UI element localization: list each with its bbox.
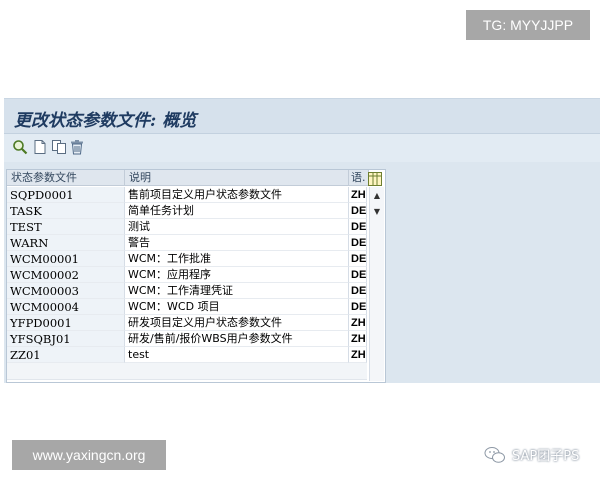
- delete-icon[interactable]: [69, 139, 85, 155]
- page-title: 更改状态参数文件: 概览: [14, 111, 197, 131]
- table-row[interactable]: TASK 简单任务计划 DE: [7, 203, 367, 219]
- table-row[interactable]: WCM00002 WCM：应用程序 DE: [7, 267, 367, 283]
- header-desc[interactable]: 说明: [125, 170, 349, 186]
- row-lang[interactable]: ZH: [349, 315, 367, 331]
- row-desc[interactable]: test: [125, 347, 349, 363]
- table-row[interactable]: WCM00003 WCM：工作清理凭证 DE: [7, 283, 367, 299]
- row-desc[interactable]: WCM：工作清理凭证: [125, 283, 349, 299]
- table-row[interactable]: YFPD0001 研发项目定义用户状态参数文件 ZH: [7, 315, 367, 331]
- scroll-up-icon[interactable]: ▲: [372, 190, 382, 200]
- table-row[interactable]: TEST 测试 DE: [7, 219, 367, 235]
- row-lang[interactable]: DE: [349, 251, 367, 267]
- find-icon[interactable]: [12, 139, 28, 155]
- header-lang[interactable]: 语.: [349, 170, 369, 186]
- site-badge: www.yaxingcn.org: [12, 440, 166, 470]
- table-row[interactable]: WARN 警告 DE: [7, 235, 367, 251]
- watermark: SAP团子PS: [484, 445, 579, 464]
- title-bar: 更改状态参数文件: 概览: [4, 99, 600, 134]
- row-lang[interactable]: ZH: [349, 347, 367, 363]
- status-profile-table: 状态参数文件 说明 语. SQPD0001 售前项目定义用户状态参数文件 ZH TAS…: [6, 169, 386, 383]
- row-key[interactable]: TASK: [7, 203, 125, 219]
- row-key[interactable]: ZZ01: [7, 347, 125, 363]
- table-settings-icon[interactable]: [368, 171, 382, 186]
- row-key[interactable]: WCM00001: [7, 251, 125, 267]
- scrollbar[interactable]: ▲ ▼: [369, 187, 384, 381]
- row-desc[interactable]: 警告: [125, 235, 349, 251]
- empty-row[interactable]: [7, 363, 367, 380]
- row-desc[interactable]: WCM：工作批准: [125, 251, 349, 267]
- row-lang[interactable]: DE: [349, 267, 367, 283]
- row-key[interactable]: WARN: [7, 235, 125, 251]
- table-row[interactable]: WCM00004 WCM：WCD 项目 DE: [7, 299, 367, 315]
- row-desc[interactable]: 研发项目定义用户状态参数文件: [125, 315, 349, 331]
- row-key[interactable]: WCM00004: [7, 299, 125, 315]
- sap-window: 更改状态参数文件: 概览 状态参数文件 说明 语. SQPD0001 售前项目定义…: [4, 98, 600, 464]
- row-desc[interactable]: 测试: [125, 219, 349, 235]
- watermark-text: SAP团子PS: [512, 449, 580, 464]
- row-desc[interactable]: WCM：WCD 项目: [125, 299, 349, 315]
- row-key[interactable]: YFSQBJ01: [7, 331, 125, 347]
- header-key[interactable]: 状态参数文件: [7, 170, 125, 186]
- row-lang[interactable]: DE: [349, 283, 367, 299]
- tg-badge: TG: MYYJJPP: [466, 10, 590, 40]
- row-lang[interactable]: ZH: [349, 331, 367, 347]
- row-key[interactable]: WCM00003: [7, 283, 125, 299]
- row-lang[interactable]: DE: [349, 235, 367, 251]
- table-row[interactable]: YFSQBJ01 研发/售前/报价WBS用户参数文件 ZH: [7, 331, 367, 347]
- row-desc[interactable]: 研发/售前/报价WBS用户参数文件: [125, 331, 349, 347]
- scroll-down-icon[interactable]: ▼: [372, 206, 382, 216]
- table-row[interactable]: ZZ01 test ZH: [7, 347, 367, 363]
- row-desc[interactable]: 售前项目定义用户状态参数文件: [125, 187, 349, 203]
- row-lang[interactable]: DE: [349, 219, 367, 235]
- wechat-icon: [484, 446, 505, 463]
- row-desc[interactable]: WCM：应用程序: [125, 267, 349, 283]
- row-lang[interactable]: DE: [349, 299, 367, 315]
- toolbar: [4, 134, 600, 162]
- row-key[interactable]: SQPD0001: [7, 187, 125, 203]
- table-row[interactable]: SQPD0001 售前项目定义用户状态参数文件 ZH: [7, 187, 367, 203]
- row-key[interactable]: WCM00002: [7, 267, 125, 283]
- copy-icon[interactable]: [51, 139, 67, 155]
- table-row[interactable]: WCM00001 WCM：工作批准 DE: [7, 251, 367, 267]
- new-entry-icon[interactable]: [32, 139, 48, 155]
- row-key[interactable]: TEST: [7, 219, 125, 235]
- row-key[interactable]: YFPD0001: [7, 315, 125, 331]
- row-desc[interactable]: 简单任务计划: [125, 203, 349, 219]
- row-lang[interactable]: ZH: [349, 187, 367, 203]
- row-lang[interactable]: DE: [349, 203, 367, 219]
